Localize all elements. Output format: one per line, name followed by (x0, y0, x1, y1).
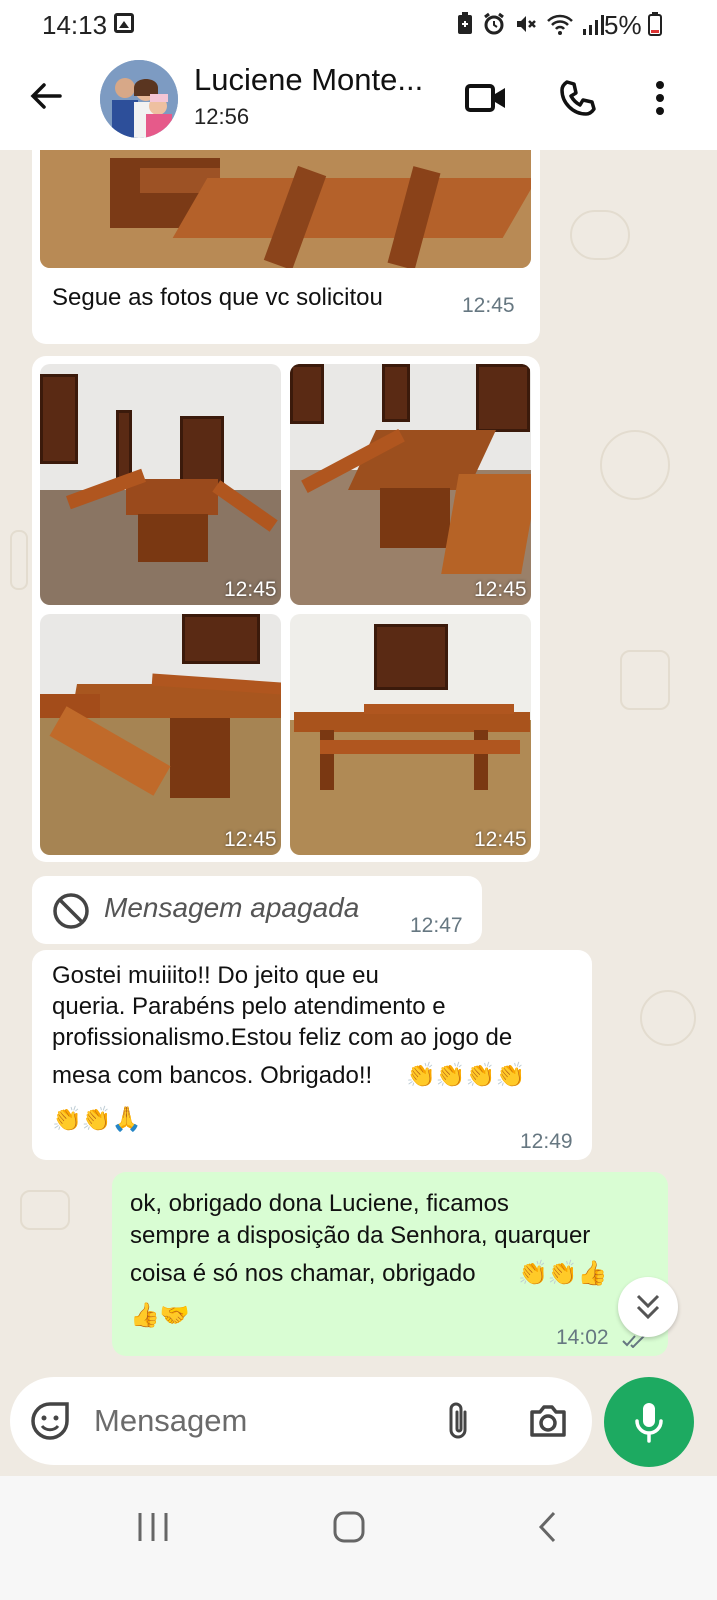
voice-message-button[interactable] (604, 1377, 694, 1467)
back-button[interactable] (512, 1502, 582, 1552)
wallpaper-doodle (10, 530, 28, 590)
photo-time: 12:45 (224, 828, 277, 851)
mic-icon (635, 1403, 663, 1443)
album-photo-2[interactable]: 12:45 (290, 364, 531, 605)
recent-apps-icon (138, 1513, 168, 1541)
wallpaper-doodle (570, 210, 630, 260)
wallpaper-doodle (600, 430, 670, 500)
scroll-to-bottom-button[interactable] (618, 1277, 678, 1337)
home-icon (333, 1511, 365, 1543)
photo-time: 12:45 (474, 828, 527, 851)
wallpaper-doodle (640, 990, 696, 1046)
alarm-icon (484, 12, 504, 35)
battery-saver-icon (458, 12, 472, 34)
outgoing-message-bubble[interactable]: ok, obrigado dona Luciene, ficamos sempr… (112, 1172, 668, 1356)
camera-icon (530, 1405, 566, 1437)
deleted-message-text: Mensagem apagada (104, 892, 360, 923)
attach-icon (449, 1402, 467, 1439)
signal-icon (583, 15, 604, 35)
sticker-icon (31, 1402, 69, 1440)
wallpaper-doodle (20, 1190, 70, 1230)
camera-button[interactable] (526, 1399, 570, 1443)
status-time: 14:13 (42, 10, 108, 40)
status-bar: 14:13 5% (0, 0, 717, 48)
deleted-message-bubble[interactable]: Mensagem apagada 12:47 (32, 876, 482, 944)
video-call-icon (465, 84, 505, 112)
mute-icon (517, 16, 536, 32)
album-photo-3[interactable]: 12:45 (40, 614, 281, 855)
photo-album-bubble[interactable]: 12:45 12:45 12:45 12:45 (32, 356, 540, 862)
image-icon (114, 13, 134, 33)
attach-button[interactable] (436, 1399, 480, 1443)
sticker-button[interactable] (28, 1399, 72, 1443)
video-call-button[interactable] (462, 74, 510, 122)
emoji-row: 👍🤝 (130, 1302, 190, 1329)
message-input-bar: Mensagem (10, 1377, 592, 1465)
contact-name[interactable]: Luciene Monte... (194, 62, 438, 98)
back-arrow-icon[interactable] (26, 76, 66, 116)
message-line: queria. Parabéns pelo atendimento e (52, 993, 446, 1020)
double-chevron-down-icon (636, 1294, 660, 1320)
album-photo-4[interactable]: 12:45 (290, 614, 531, 855)
message-line: mesa com bancos. Obrigado!! (52, 1062, 373, 1089)
chat-area[interactable]: Segue as fotos que vc solicitou 12:45 12… (0, 150, 717, 1376)
message-time: 14:02 (556, 1326, 609, 1349)
message-line: Gostei muiiito!! Do jeito que eu (52, 962, 379, 989)
voice-call-button[interactable] (554, 74, 602, 122)
more-options-icon (656, 81, 664, 115)
system-navigation-bar (0, 1476, 717, 1600)
message-line: profissionalismo.Estou feliz com ao jogo… (52, 1024, 513, 1051)
wifi-icon (547, 14, 573, 35)
back-chevron-icon (538, 1511, 556, 1543)
last-seen: 12:56 (194, 104, 250, 129)
message-text: Segue as fotos que vc solicitou (52, 284, 383, 311)
clapping-emoji-row: 👏👏👏👏 (406, 1062, 526, 1089)
message-line: ok, obrigado dona Luciene, ficamos (130, 1190, 509, 1217)
photo-time: 12:45 (474, 578, 527, 601)
wallpaper-doodle (620, 650, 670, 710)
avatar[interactable] (100, 60, 178, 138)
emoji-row: 👏👏👍 (518, 1260, 608, 1287)
recent-apps-button[interactable] (118, 1502, 188, 1552)
clapping-emoji-row: 👏👏🙏 (52, 1106, 142, 1133)
chat-header: Luciene Monte... 12:56 (0, 48, 717, 150)
image-message-bubble[interactable]: Segue as fotos que vc solicitou 12:45 (32, 150, 540, 344)
whatsapp-chat-screen: 14:13 5% Luciene Monte... 12:56 Segue as… (0, 0, 717, 1600)
message-time: 12:47 (410, 914, 463, 937)
phone-call-icon (560, 80, 596, 116)
more-options-button[interactable] (636, 74, 684, 122)
deleted-message-icon (53, 893, 89, 929)
photo-time: 12:45 (224, 578, 277, 601)
message-input[interactable]: Mensagem (94, 1403, 247, 1439)
incoming-message-bubble[interactable]: Gostei muiiito!! Do jeito que eu queria.… (32, 950, 592, 1160)
message-line: coisa é só nos chamar, obrigado (130, 1260, 476, 1287)
home-button[interactable] (314, 1502, 384, 1552)
message-time: 12:45 (462, 294, 515, 317)
message-time: 12:49 (520, 1130, 573, 1153)
battery-icon (648, 12, 662, 36)
message-line: sempre a disposição da Senhora, quarquer (130, 1222, 591, 1249)
battery-percent: 5% (604, 10, 642, 40)
album-photo-1[interactable]: 12:45 (40, 364, 281, 605)
message-photo[interactable] (40, 150, 531, 268)
